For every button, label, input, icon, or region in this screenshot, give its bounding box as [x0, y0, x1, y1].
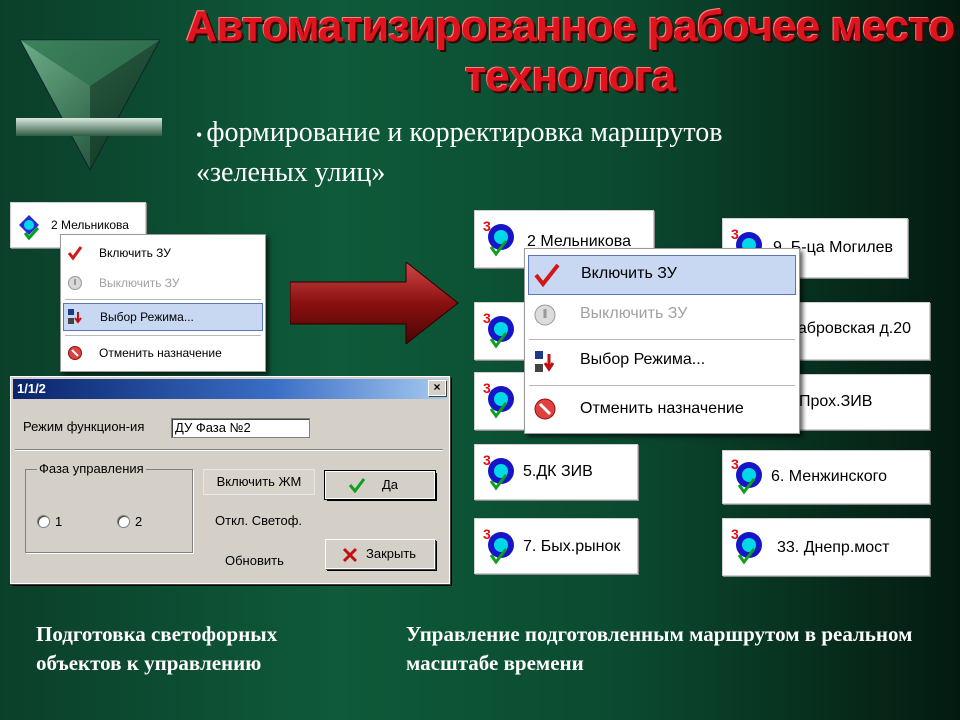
menu-item-disable[interactable]: Выключить ЗУ	[525, 299, 799, 333]
traffic-object-icon: 3	[731, 526, 762, 565]
mode-dialog: 1/1/2 × Режим функцион-ия ДУ Фаза №2 Фаз…	[10, 376, 450, 584]
close-x-icon	[342, 547, 358, 563]
menu-item-enable[interactable]: Включить ЗУ	[528, 255, 796, 295]
refresh-button[interactable]: Обновить	[225, 553, 284, 568]
right-arrow-icon	[290, 262, 459, 344]
pyramid-logo-icon	[16, 39, 162, 172]
signal-item-10[interactable]: 3 33. Днепр.мост	[722, 518, 930, 576]
lights-off-button[interactable]: Откл. Светоф.	[215, 513, 302, 528]
disabled-stop-icon	[68, 276, 82, 290]
traffic-object-icon: 3	[483, 310, 514, 349]
close-button[interactable]: Закрыть	[325, 539, 435, 569]
caption-left: Подготовка светофорных объектов к управл…	[36, 622, 278, 675]
radio-phase-2[interactable]	[117, 515, 130, 528]
mode-field[interactable]: ДУ Фаза №2	[171, 418, 310, 438]
mode-select-icon	[535, 351, 555, 372]
disabled-stop-icon	[534, 304, 556, 326]
svg-text:3: 3	[483, 452, 491, 468]
signal-item-label: 2 Мельникова	[51, 218, 129, 232]
phase-group-title: Фаза управления	[37, 461, 146, 476]
menu-item-mode[interactable]: Выбор Режима...	[63, 303, 263, 331]
svg-text:3: 3	[731, 526, 739, 542]
subtitle: • формирование и корректировка маршрутов …	[196, 117, 723, 188]
radio-phase-2-label: 2	[135, 514, 143, 529]
traffic-object-icon: 3	[483, 526, 514, 565]
cancel-icon	[68, 346, 82, 360]
check-icon	[67, 246, 83, 261]
radio-phase-1-label: 1	[55, 514, 63, 529]
mode-select-icon	[68, 309, 82, 324]
svg-text:3: 3	[731, 456, 739, 472]
menu-item-cancel[interactable]: Отменить назначение	[61, 341, 265, 365]
traffic-object-icon	[19, 215, 40, 241]
svg-text:3: 3	[731, 226, 739, 242]
enable-jm-button[interactable]: Включить ЖМ	[203, 469, 315, 495]
slide-title: Автоматизированное рабочее место техноло…	[185, 2, 956, 101]
traffic-object-icon: 3	[483, 218, 514, 257]
svg-text:3: 3	[483, 380, 491, 396]
phase-group	[25, 469, 193, 553]
dialog-title: 1/1/2	[17, 381, 46, 396]
menu-item-mode[interactable]: Выбор Режима...	[525, 345, 799, 379]
ok-check-icon	[348, 478, 366, 493]
traffic-object-icon: 3	[483, 452, 514, 491]
context-menu-left: Включить ЗУ Выключить ЗУ Выбор Режима...…	[60, 234, 266, 372]
mode-label: Режим функцион-ия	[23, 419, 145, 434]
svg-text:3: 3	[483, 310, 491, 326]
dialog-titlebar[interactable]: 1/1/2	[13, 379, 447, 399]
svg-text:3: 3	[483, 218, 491, 234]
caption-right: Управление подготовленным маршрутом в ре…	[406, 622, 913, 675]
svg-text:3: 3	[483, 526, 491, 542]
cancel-icon	[534, 398, 556, 420]
traffic-object-icon: 3	[483, 380, 514, 419]
dialog-close-icon[interactable]: ×	[428, 380, 446, 396]
menu-item-disable[interactable]: Выключить ЗУ	[61, 271, 265, 295]
menu-item-cancel[interactable]: Отменить назначение	[525, 393, 799, 427]
ok-button[interactable]: Да	[324, 470, 436, 500]
radio-phase-1[interactable]	[37, 515, 50, 528]
signal-item-8[interactable]: 3 6. Менжинского	[722, 450, 930, 504]
context-menu-right: Включить ЗУ Выключить ЗУ Выбор Режима...…	[524, 248, 800, 434]
signal-item-7[interactable]: 3 5.ДК ЗИВ	[474, 444, 638, 500]
check-icon	[534, 263, 560, 288]
traffic-object-icon: 3	[731, 456, 762, 495]
signal-item-9[interactable]: 3 7. Бых.рынок	[474, 518, 638, 574]
subtitle-text: формирование и корректировка маршрутов «…	[196, 117, 723, 188]
menu-item-enable[interactable]: Включить ЗУ	[61, 241, 265, 265]
